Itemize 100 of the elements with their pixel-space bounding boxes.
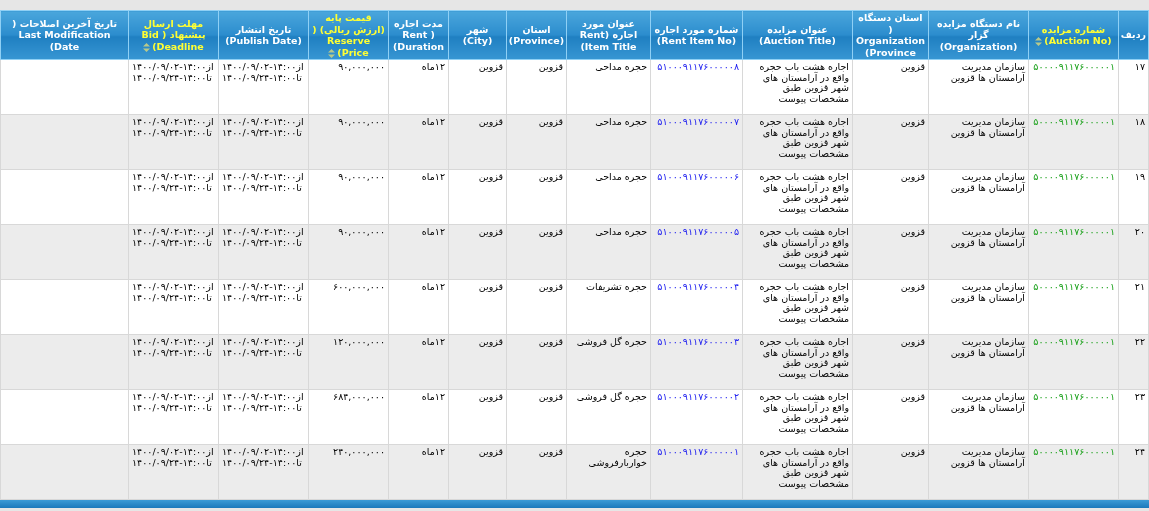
rent-item-number-link[interactable]: ۵۱۰۰۰۹۱۱۷۶۰۰۰۰۰۵ bbox=[650, 224, 743, 280]
column-header: نام دستگاه مزایده گزار (Organization) bbox=[928, 10, 1029, 60]
deadline-cell: از۱۴:۰۰-۱۴۰۰/۰۹/۰۲ تا۱۴:۰۰-۱۴۰۰/۰۹/۲۴ bbox=[128, 444, 219, 500]
rownum-cell: ۱۷ bbox=[1118, 59, 1149, 115]
deadline-cell: از۱۴:۰۰-۱۴۰۰/۰۹/۰۲ تا۱۴:۰۰-۱۴۰۰/۰۹/۲۴ bbox=[128, 389, 219, 445]
province-cell: قزوین bbox=[852, 444, 929, 500]
rent-item-number-link[interactable]: ۵۱۰۰۰۹۱۱۷۶۰۰۰۰۰۶ bbox=[650, 169, 743, 225]
rownum-cell: ۲۴ bbox=[1118, 444, 1149, 500]
organization-cell: سازمان مدیریت آرامستان ها قزوین bbox=[928, 224, 1029, 280]
publish-date-cell: از۱۴:۰۰-۱۴۰۰/۰۹/۰۲ تا۱۴:۰۰-۱۴۰۰/۰۹/۲۴ bbox=[218, 279, 309, 335]
rownum-cell: ۲۲ bbox=[1118, 334, 1149, 390]
price-cell: ۱۲۰,۰۰۰,۰۰۰ bbox=[308, 334, 389, 390]
auction-number-cell: ۵۰۰۰۰۹۱۱۷۶۰۰۰۰۰۱ bbox=[1028, 334, 1119, 390]
column-header: ردیف bbox=[1118, 10, 1149, 60]
sort-icon[interactable] bbox=[328, 48, 336, 58]
city-cell: قزوین bbox=[448, 334, 507, 390]
auction-number-cell: ۵۰۰۰۰۹۱۱۷۶۰۰۰۰۰۱ bbox=[1028, 224, 1119, 280]
auction-number-cell: ۵۰۰۰۰۹۱۱۷۶۰۰۰۰۰۱ bbox=[1028, 444, 1119, 500]
auction-number-cell: ۵۰۰۰۰۹۱۱۷۶۰۰۰۰۰۱ bbox=[1028, 169, 1119, 225]
rent-item-number-link[interactable]: ۵۱۰۰۰۹۱۱۷۶۰۰۰۰۰۱ bbox=[650, 444, 743, 500]
column-header: مدت اجاره ( Rent Duration) bbox=[388, 10, 449, 60]
auction-title-cell: اجاره هشت باب حجره واقع در آرامستان های شهر قزوین طبق مشخصات پیوست bbox=[742, 59, 853, 115]
organization-cell: سازمان مدیریت آرامستان ها قزوین bbox=[928, 59, 1029, 115]
auction-number-cell: ۵۰۰۰۰۹۱۱۷۶۰۰۰۰۰۱ bbox=[1028, 114, 1119, 170]
duration-cell: ۱۲ماه bbox=[388, 169, 449, 225]
province-cell: قزوین bbox=[506, 334, 567, 390]
province-cell: قزوین bbox=[506, 389, 567, 445]
province-cell: قزوین bbox=[506, 224, 567, 280]
city-cell: قزوین bbox=[448, 114, 507, 170]
province-cell: قزوین bbox=[506, 444, 567, 500]
column-header: استان (Province) bbox=[506, 10, 567, 60]
province-cell: قزوین bbox=[852, 334, 929, 390]
price-cell: ۲۴۰,۰۰۰,۰۰۰ bbox=[308, 444, 389, 500]
rent-item-title-cell: حجره گل فروشی bbox=[566, 334, 651, 390]
price-cell: ۶۰۰,۰۰۰,۰۰۰ bbox=[308, 279, 389, 335]
province-cell: قزوین bbox=[506, 169, 567, 225]
auction-number-cell: ۵۰۰۰۰۹۱۱۷۶۰۰۰۰۰۱ bbox=[1028, 279, 1119, 335]
rownum-cell: ۱۹ bbox=[1118, 169, 1149, 225]
city-cell: قزوین bbox=[448, 279, 507, 335]
rent-item-title-cell: حجره خواربارفروشی bbox=[566, 444, 651, 500]
province-cell: قزوین bbox=[506, 279, 567, 335]
column-header: تاریخ انتشار (Publish Date) bbox=[218, 10, 309, 60]
rent-item-title-cell: حجره مداحی bbox=[566, 224, 651, 280]
deadline-cell: از۱۴:۰۰-۱۴۰۰/۰۹/۰۲ تا۱۴:۰۰-۱۴۰۰/۰۹/۲۴ bbox=[128, 224, 219, 280]
rent-item-number-link[interactable]: ۵۱۰۰۰۹۱۱۷۶۰۰۰۰۰۴ bbox=[650, 279, 743, 335]
rent-item-title-cell: حجره گل فروشی bbox=[566, 389, 651, 445]
city-cell: قزوین bbox=[448, 224, 507, 280]
province-cell: قزوین bbox=[852, 389, 929, 445]
auction-title-cell: اجاره هشت باب حجره واقع در آرامستان های شهر قزوین طبق مشخصات پیوست bbox=[742, 114, 853, 170]
column-header: عنوان مزایده (Auction Title) bbox=[742, 10, 853, 60]
duration-cell: ۱۲ماه bbox=[388, 224, 449, 280]
city-cell: قزوین bbox=[448, 444, 507, 500]
duration-cell: ۱۲ماه bbox=[388, 389, 449, 445]
column-header: شهر (City) bbox=[448, 10, 507, 60]
auction-title-cell: اجاره هشت باب حجره واقع در آرامستان های شهر قزوین طبق مشخصات پیوست bbox=[742, 224, 853, 280]
publish-date-cell: از۱۴:۰۰-۱۴۰۰/۰۹/۰۲ تا۱۴:۰۰-۱۴۰۰/۰۹/۲۴ bbox=[218, 224, 309, 280]
publish-date-cell: از۱۴:۰۰-۱۴۰۰/۰۹/۰۲ تا۱۴:۰۰-۱۴۰۰/۰۹/۲۴ bbox=[218, 389, 309, 445]
deadline-cell: از۱۴:۰۰-۱۴۰۰/۰۹/۰۲ تا۱۴:۰۰-۱۴۰۰/۰۹/۲۴ bbox=[128, 279, 219, 335]
rent-item-title-cell: حجره تشریفات bbox=[566, 279, 651, 335]
duration-cell: ۱۲ماه bbox=[388, 279, 449, 335]
auction-number-cell: ۵۰۰۰۰۹۱۱۷۶۰۰۰۰۰۱ bbox=[1028, 59, 1119, 115]
publish-date-cell: از۱۴:۰۰-۱۴۰۰/۰۹/۰۲ تا۱۴:۰۰-۱۴۰۰/۰۹/۲۴ bbox=[218, 444, 309, 500]
sort-icon[interactable] bbox=[1035, 37, 1043, 46]
column-header: تاریخ آخرین اصلاحات ( Last Modification Date) bbox=[0, 10, 129, 60]
duration-cell: ۱۲ماه bbox=[388, 114, 449, 170]
organization-cell: سازمان مدیریت آرامستان ها قزوین bbox=[928, 169, 1029, 225]
publish-date-cell: از۱۴:۰۰-۱۴۰۰/۰۹/۰۲ تا۱۴:۰۰-۱۴۰۰/۰۹/۲۴ bbox=[218, 59, 309, 115]
column-header[interactable]: مهلت ارسال پیشنهاد ( Bid Deadline) bbox=[128, 10, 219, 60]
rent-item-title-cell: حجره مداحی bbox=[566, 169, 651, 225]
city-cell: قزوین bbox=[448, 59, 507, 115]
province-cell: قزوین bbox=[506, 59, 567, 115]
auction-title-cell: اجاره هشت باب حجره واقع در آرامستان های شهر قزوین طبق مشخصات پیوست bbox=[742, 444, 853, 500]
price-cell: ۹۰,۰۰۰,۰۰۰ bbox=[308, 224, 389, 280]
organization-cell: سازمان مدیریت آرامستان ها قزوین bbox=[928, 114, 1029, 170]
publish-date-cell: از۱۴:۰۰-۱۴۰۰/۰۹/۰۲ تا۱۴:۰۰-۱۴۰۰/۰۹/۲۴ bbox=[218, 169, 309, 225]
province-cell: قزوین bbox=[852, 59, 929, 115]
province-cell: قزوین bbox=[852, 169, 929, 225]
duration-cell: ۱۲ماه bbox=[388, 334, 449, 390]
column-header: استان دستگاه ( Organization Province) bbox=[852, 10, 929, 60]
publish-date-cell: از۱۴:۰۰-۱۴۰۰/۰۹/۰۲ تا۱۴:۰۰-۱۴۰۰/۰۹/۲۴ bbox=[218, 334, 309, 390]
column-header[interactable]: شماره مزایده (Auction No) bbox=[1028, 10, 1119, 60]
price-cell: ۹۰,۰۰۰,۰۰۰ bbox=[308, 114, 389, 170]
rownum-cell: ۱۸ bbox=[1118, 114, 1149, 170]
price-cell: ۹۰,۰۰۰,۰۰۰ bbox=[308, 59, 389, 115]
column-header: شماره مورد اجاره (Rent Item No) bbox=[650, 10, 743, 60]
auction-number-cell: ۵۰۰۰۰۹۱۱۷۶۰۰۰۰۰۱ bbox=[1028, 389, 1119, 445]
rent-item-number-link[interactable]: ۵۱۰۰۰۹۱۱۷۶۰۰۰۰۰۳ bbox=[650, 334, 743, 390]
column-header[interactable]: قیمت پایه (ارزش ریالی) ( Reserve Price) bbox=[308, 10, 389, 60]
organization-cell: سازمان مدیریت آرامستان ها قزوین bbox=[928, 444, 1029, 500]
column-header: عنوان مورد اجاره (Rent Item Title) bbox=[566, 10, 651, 60]
deadline-cell: از۱۴:۰۰-۱۴۰۰/۰۹/۰۲ تا۱۴:۰۰-۱۴۰۰/۰۹/۲۴ bbox=[128, 169, 219, 225]
sort-icon[interactable] bbox=[143, 42, 151, 52]
rent-item-number-link[interactable]: ۵۱۰۰۰۹۱۱۷۶۰۰۰۰۰۷ bbox=[650, 114, 743, 170]
price-cell: ۶۸۴,۰۰۰,۰۰۰ bbox=[308, 389, 389, 445]
organization-cell: سازمان مدیریت آرامستان ها قزوین bbox=[928, 279, 1029, 335]
rent-item-number-link[interactable]: ۵۱۰۰۰۹۱۱۷۶۰۰۰۰۰۸ bbox=[650, 59, 743, 115]
duration-cell: ۱۲ماه bbox=[388, 444, 449, 500]
duration-cell: ۱۲ماه bbox=[388, 59, 449, 115]
rownum-cell: ۲۳ bbox=[1118, 389, 1149, 445]
rent-item-number-link[interactable]: ۵۱۰۰۰۹۱۱۷۶۰۰۰۰۰۲ bbox=[650, 389, 743, 445]
